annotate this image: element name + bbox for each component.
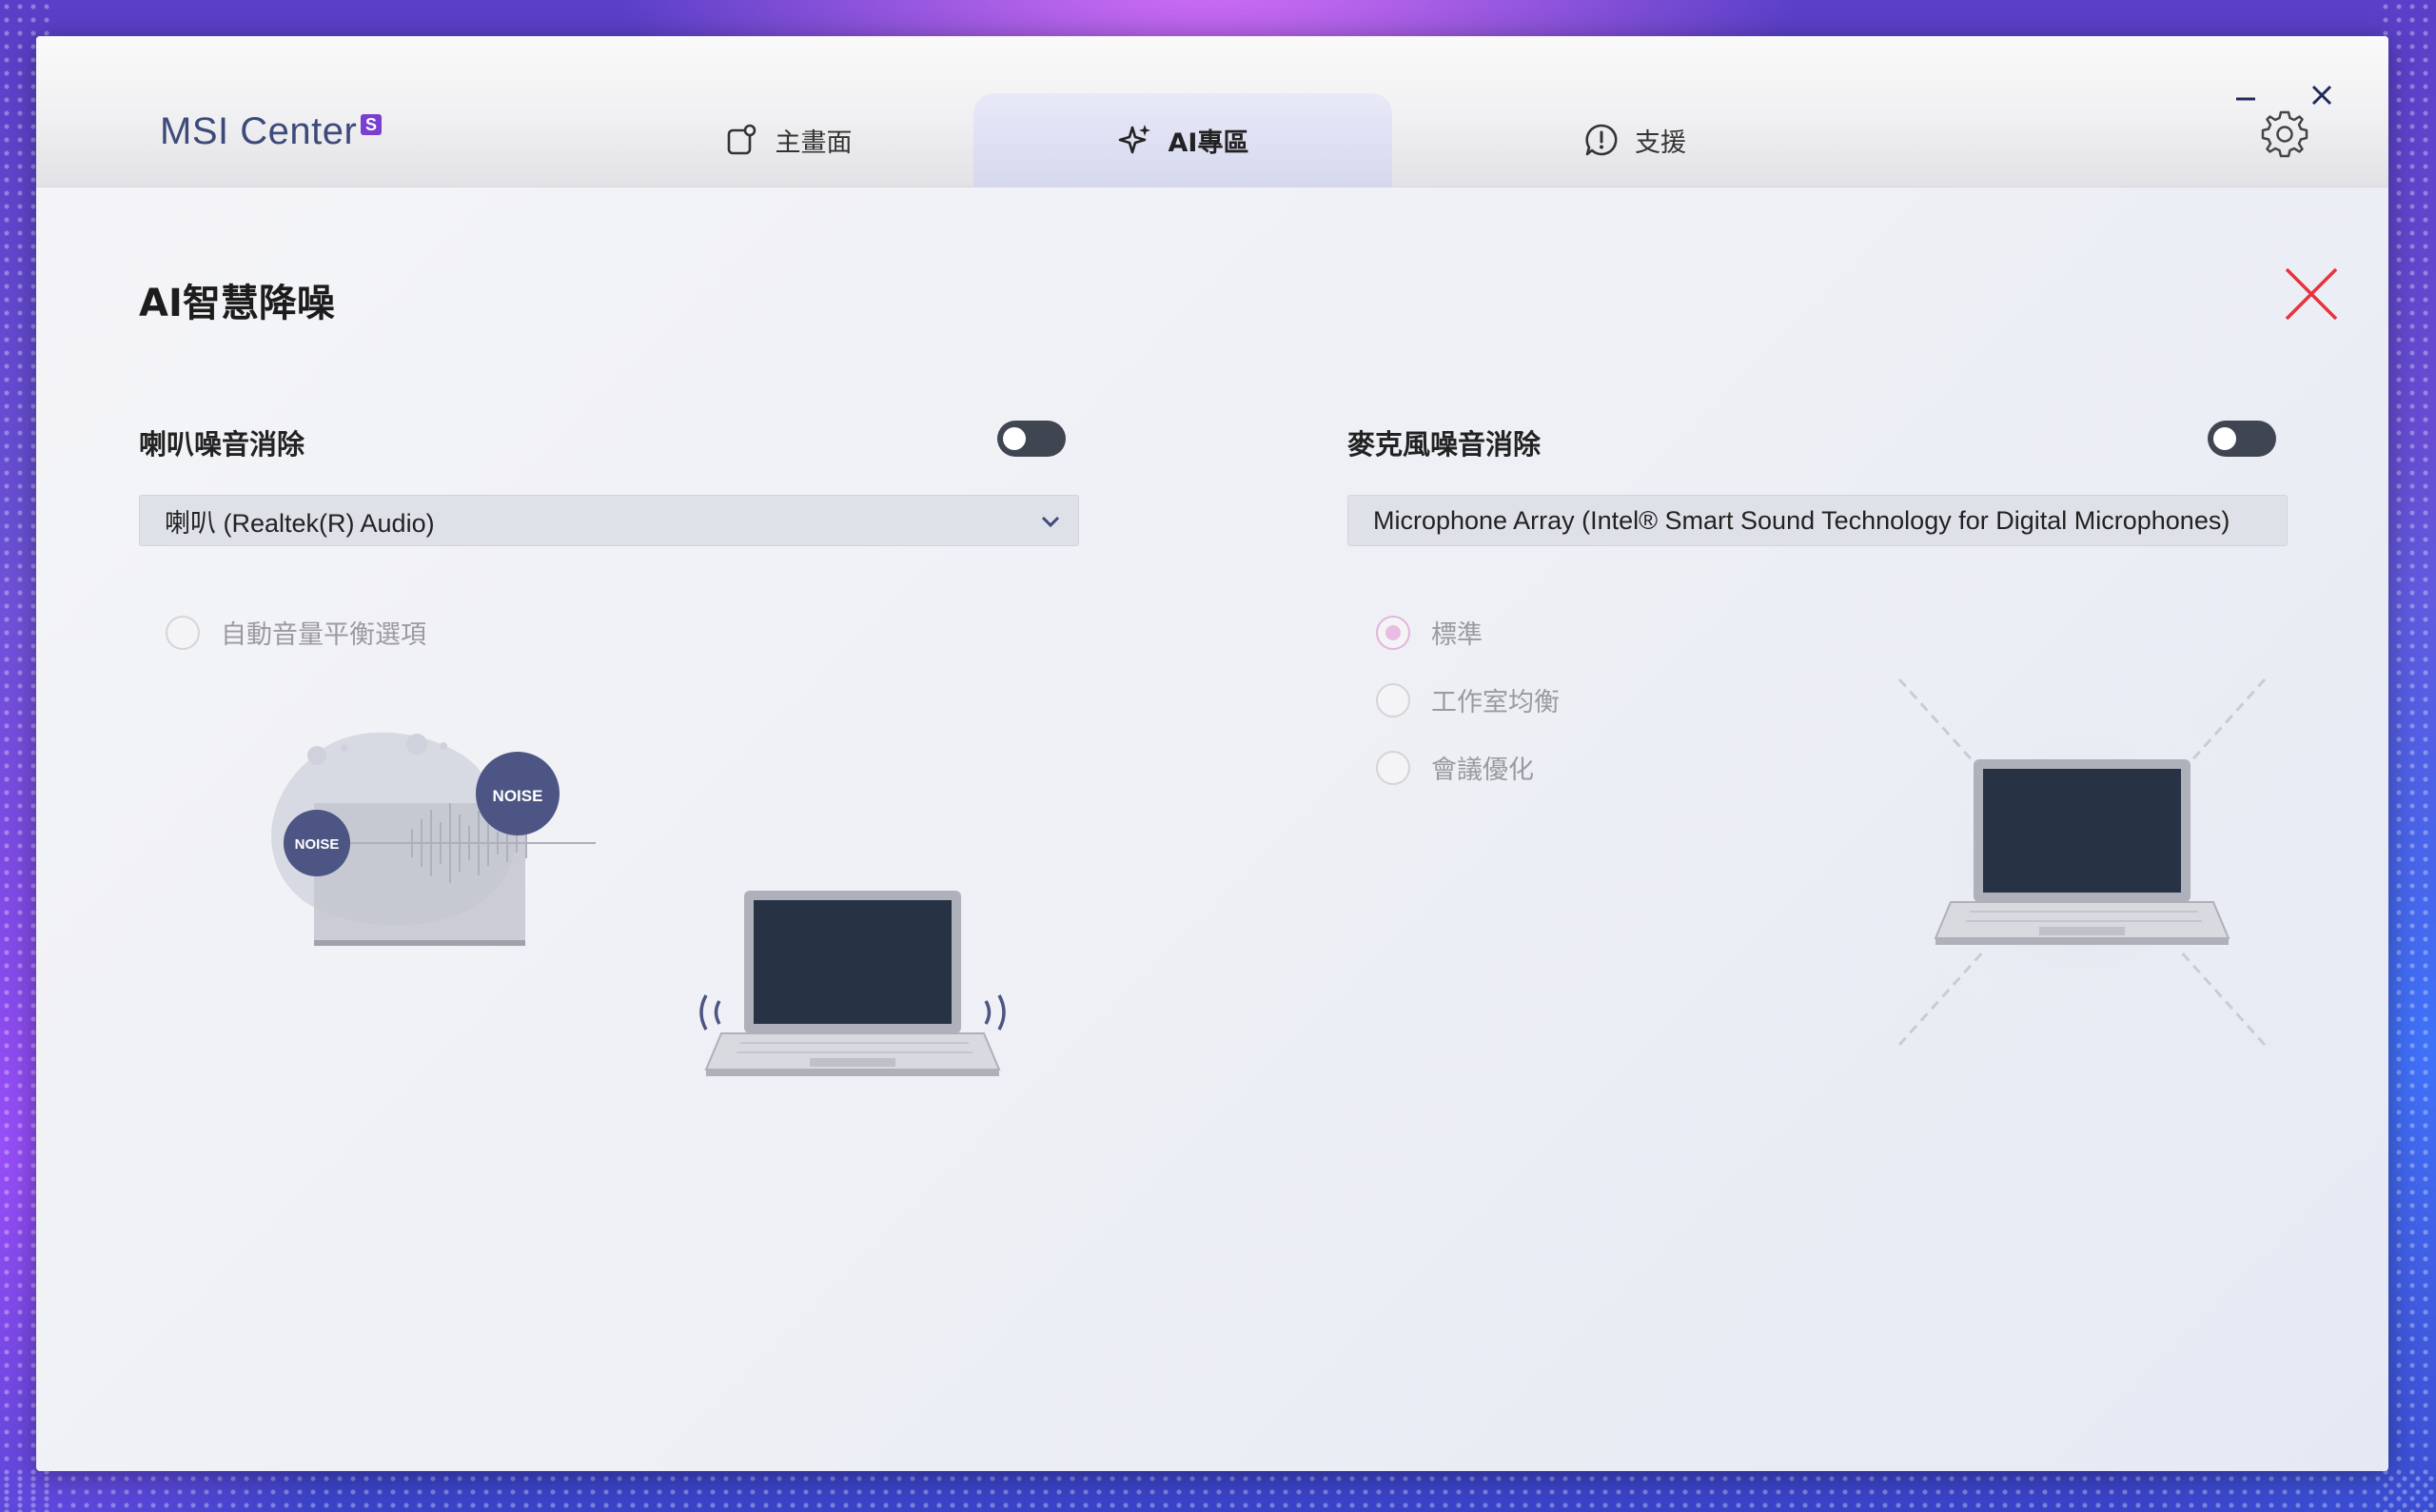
minimize-icon [2236, 97, 2255, 101]
mic-mode-studio-radio[interactable] [1376, 682, 1410, 717]
mic-mode-studio[interactable]: 工作室均衡 [1376, 681, 1560, 718]
ai-noise-cancellation-panel: AI智慧降噪 喇叭噪音消除 喇叭 (Realtek(R) Audio) 自動音量… [36, 187, 2388, 1471]
speaker-device-select[interactable]: 喇叭 (Realtek(R) Audio) [139, 495, 1079, 546]
close-panel-icon[interactable] [2282, 265, 2341, 324]
noise-badge-2-label: NOISE [295, 836, 340, 853]
mic-mode-standard-label: 標準 [1431, 620, 1483, 650]
auto-volume-balance-option[interactable]: 自動音量平衡選項 [166, 614, 426, 651]
speaker-device-value: 喇叭 (Realtek(R) Audio) [165, 508, 435, 538]
app-name: MSI Center [160, 110, 358, 152]
app-window: MSI Center S 主畫面 AI專區 支援 AI智慧降噪 喇叭噪音消除 喇… [36, 36, 2388, 1471]
mic-mode-standard[interactable]: 標準 [1376, 614, 1483, 651]
mic-mode-meeting-radio[interactable] [1376, 750, 1410, 785]
title-bar: MSI Center S 主畫面 AI專區 支援 [36, 36, 2388, 187]
tab-ai-label: AI專區 [1168, 128, 1249, 158]
tab-support[interactable]: 支援 [1425, 93, 1844, 187]
app-badge: S [361, 114, 383, 135]
tab-home-label: 主畫面 [775, 128, 853, 158]
mic-mode-meeting[interactable]: 會議優化 [1376, 749, 1534, 786]
tab-ai[interactable]: AI專區 [973, 93, 1392, 187]
mic-noise-cancel-label: 麥克風噪音消除 [1347, 428, 1542, 461]
ai-sparkle-icon [1118, 125, 1150, 154]
app-logo: MSI Center S [160, 110, 383, 153]
mic-noise-cancel-toggle[interactable] [2208, 421, 2276, 457]
mic-mode-meeting-label: 會議優化 [1431, 756, 1534, 785]
speaker-noise-cancel-label: 喇叭噪音消除 [139, 428, 305, 461]
settings-gear-icon[interactable] [2257, 107, 2312, 162]
auto-volume-balance-radio[interactable] [166, 615, 200, 650]
mic-device-value: Microphone Array (Intel® Smart Sound Tec… [1373, 505, 2230, 535]
close-icon [2311, 85, 2332, 106]
mic-laptop-illustration [1897, 677, 2267, 1047]
home-icon [727, 124, 756, 155]
support-alert-icon [1585, 124, 1618, 156]
page-title: AI智慧降噪 [139, 282, 335, 325]
chevron-down-icon [1041, 516, 1060, 528]
background-decoration-bottom [0, 1472, 2436, 1512]
auto-volume-balance-label: 自動音量平衡選項 [221, 620, 426, 650]
speaker-noise-illustration: NOISE NOISE [271, 732, 596, 946]
speaker-noise-cancel-toggle[interactable] [997, 421, 1066, 457]
noise-badge-1-label: NOISE [493, 787, 543, 805]
tab-support-label: 支援 [1635, 128, 1686, 158]
mic-device-select[interactable]: Microphone Array (Intel® Smart Sound Tec… [1347, 495, 2288, 546]
tab-home[interactable]: 主畫面 [579, 93, 997, 187]
mic-mode-standard-radio[interactable] [1376, 615, 1410, 650]
mic-mode-studio-label: 工作室均衡 [1431, 688, 1560, 717]
speaker-laptop-illustration [699, 891, 1006, 1076]
